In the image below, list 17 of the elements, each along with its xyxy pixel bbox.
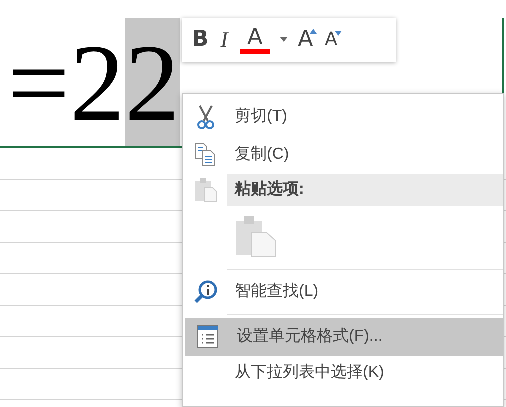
- search-icon: [194, 280, 218, 304]
- format-list-icon: [197, 325, 219, 349]
- paste-icon: [194, 177, 218, 203]
- cell-text: =2: [8, 21, 126, 146]
- copy-icon: [194, 143, 218, 167]
- grow-font-button[interactable]: A: [294, 29, 318, 51]
- bold-button[interactable]: B: [188, 29, 213, 51]
- menu-item[interactable]: 复制(C): [183, 136, 503, 174]
- font-color-button[interactable]: A: [236, 26, 274, 54]
- italic-button[interactable]: I: [216, 29, 232, 51]
- menu-item[interactable]: 设置单元格格式(F)...: [185, 318, 503, 356]
- menu-item[interactable]: 剪切(T): [183, 98, 503, 136]
- cell-text: 2: [125, 18, 180, 146]
- menu-section-header: 粘贴选项:: [227, 174, 503, 206]
- menu-item[interactable]: 从下拉列表中选择(K): [183, 356, 503, 390]
- menu-item[interactable]: 智能查找(L): [183, 273, 503, 311]
- shrink-font-button[interactable]: A: [321, 31, 342, 49]
